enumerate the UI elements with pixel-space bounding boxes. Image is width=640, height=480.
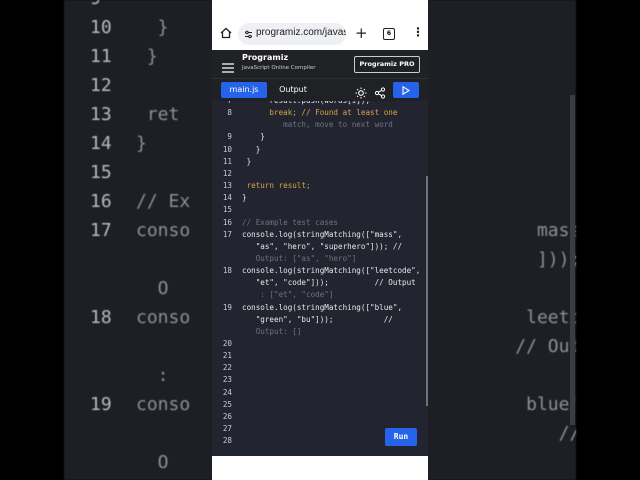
line-number: 13	[222, 181, 232, 191]
tab-output[interactable]: Output	[272, 82, 314, 98]
bottom-whitespace	[212, 456, 428, 480]
background-code-text: O	[136, 278, 169, 299]
hamburger-menu-icon[interactable]	[222, 58, 234, 77]
background-code-text: ret	[136, 104, 180, 125]
line-number: 15	[222, 205, 232, 215]
line-number: 27	[222, 424, 232, 434]
browser-url-bar: programiz.com/javasc + 6 ⋮	[212, 18, 428, 50]
code-line: : ["et", "code"]	[242, 290, 334, 300]
programiz-pro-button[interactable]: Programiz PRO	[354, 56, 420, 73]
code-line: }	[242, 144, 261, 154]
code-line: console.log(stringMatching(["blue",	[242, 302, 403, 312]
phone-screen: programiz.com/javasc + 6 ⋮ Programiz Jav…	[212, 0, 428, 480]
code-line: Output: ["as", "hero"]	[242, 253, 357, 263]
line-number: 16	[222, 217, 232, 227]
line-number: 11	[222, 156, 232, 166]
background-line-number: 10	[90, 17, 112, 38]
line-number: 12	[222, 168, 232, 178]
line-number: 18	[222, 266, 232, 276]
line-number: 22	[222, 363, 232, 373]
background-code-text: }	[136, 133, 147, 154]
background-code-text: }	[136, 46, 158, 67]
code-line: break; // Found at least one	[242, 108, 398, 118]
more-menu-icon[interactable]: ⋮	[412, 26, 424, 38]
code-line: console.log(stringMatching(["leetcode",	[242, 266, 421, 276]
url-text: programiz.com/javasc	[256, 27, 346, 38]
compiler-subtitle: JavaScript Online Compiler	[242, 65, 316, 71]
programiz-logo[interactable]: Programiz	[242, 53, 288, 62]
code-line: return result;	[242, 181, 311, 191]
background-code-text: :	[136, 365, 169, 386]
code-line: match, move to next word	[242, 120, 393, 130]
editor-scrollbar[interactable]	[426, 176, 428, 406]
background-line-number: 17	[90, 220, 112, 241]
editor-toolbar: main.js Output	[212, 79, 428, 101]
background-line-number: 15	[90, 162, 112, 183]
line-number: 28	[222, 436, 232, 446]
line-number: 9	[227, 132, 232, 142]
code-line: }	[242, 193, 247, 203]
code-editor[interactable]: Run 7 result.push(words[i]); 8 break; // …	[212, 101, 428, 456]
line-number: 14	[222, 193, 232, 203]
line-number: 7	[218, 101, 232, 105]
code-line: "et", "code"])); // Output	[242, 278, 416, 288]
code-line: console.log(stringMatching(["mass",	[242, 229, 403, 239]
line-number: 10	[222, 144, 232, 154]
tab-switcher-icon[interactable]: 6	[383, 28, 395, 40]
play-icon[interactable]	[393, 82, 419, 98]
background-scrollbar	[570, 95, 575, 425]
code-line: Output: []	[242, 326, 302, 336]
app-header: Programiz JavaScript Online Compiler Pro…	[212, 50, 428, 79]
background-code-text: }	[136, 17, 169, 38]
line-number: 19	[222, 302, 232, 312]
tab-main-js[interactable]: main.js	[221, 82, 267, 98]
line-number: 8	[227, 108, 232, 118]
run-button[interactable]: Run	[385, 428, 417, 446]
line-number: 23	[222, 375, 232, 385]
new-tab-plus-icon[interactable]: +	[355, 26, 368, 41]
background-line-number: 13	[90, 104, 112, 125]
code-line: }	[242, 132, 265, 142]
background-line-number: 12	[90, 75, 112, 96]
background-line-number: 11	[90, 46, 112, 67]
line-number: 20	[222, 339, 232, 348]
background-line-number: 18	[90, 307, 112, 328]
line-number: 21	[222, 351, 232, 361]
line-number: 26	[222, 411, 232, 421]
code-line: }	[242, 156, 252, 166]
line-number: 25	[222, 399, 232, 409]
code-line: "green", "bu"])); //	[242, 314, 393, 324]
url-field[interactable]: programiz.com/javasc	[238, 23, 346, 45]
home-icon[interactable]	[220, 27, 232, 41]
background-line-number: 16	[90, 191, 112, 212]
code-line: "as", "hero", "superhero"])); //	[242, 241, 403, 251]
background-line-number: 14	[90, 133, 112, 154]
background-line-number: 19	[90, 394, 112, 415]
site-settings-icon[interactable]	[244, 29, 253, 41]
tab-count: 6	[386, 30, 392, 37]
line-number: 24	[222, 387, 232, 397]
background-line-number: 9	[90, 0, 138, 9]
line-number: 17	[222, 229, 232, 239]
code-line: result.push(words[i]);	[242, 101, 370, 105]
code-line: // Example test cases	[242, 217, 339, 227]
background-code-text: O	[136, 452, 169, 473]
